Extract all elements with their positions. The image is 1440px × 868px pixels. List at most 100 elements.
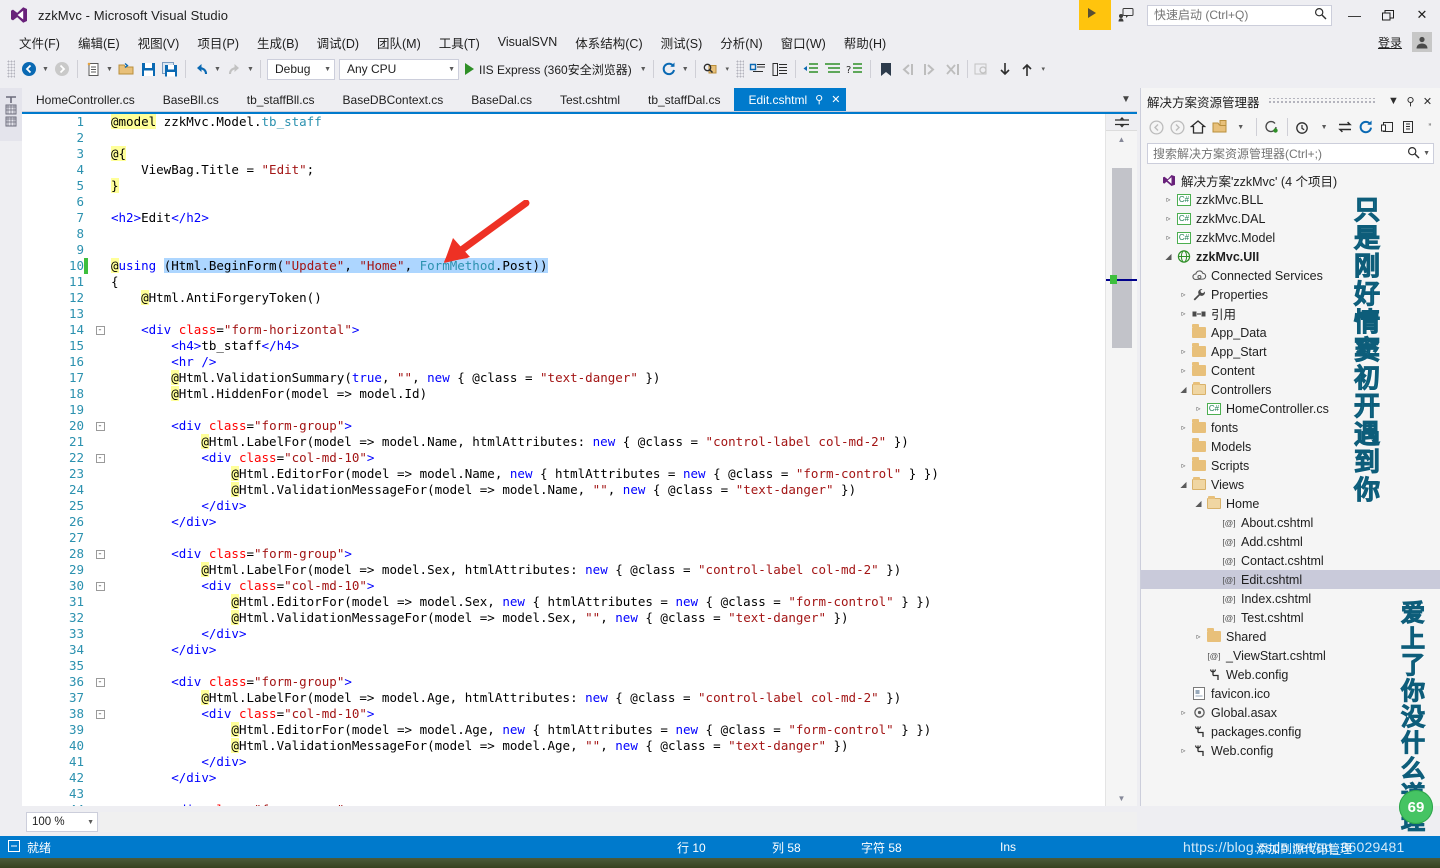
outlining-glyph[interactable]: - [89, 546, 111, 562]
toolbox-tab[interactable] [0, 88, 22, 141]
tree-node[interactable]: ▹ Shared [1141, 627, 1440, 646]
editor-vertical-scrollbar[interactable]: ▲ ▼ [1105, 114, 1137, 806]
tree-node[interactable]: Connected Services [1141, 266, 1440, 285]
code-line[interactable]: 28- <div class="form-group"> [22, 546, 1105, 562]
code-text[interactable]: ViewBag.Title = "Edit"; [111, 162, 1105, 178]
code-line[interactable]: 23 @Html.EditorFor(model => model.Name, … [22, 466, 1105, 482]
code-line[interactable]: 37 @Html.LabelFor(model => model.Age, ht… [22, 690, 1105, 706]
quick-launch-input[interactable] [1154, 8, 1314, 22]
solution-search-input[interactable] [1153, 146, 1408, 161]
expander-icon[interactable]: ◢ [1162, 252, 1175, 261]
tree-node[interactable]: ▹ C# zzkMvc.DAL [1141, 209, 1440, 228]
code-text[interactable] [111, 226, 1105, 242]
menu-debug[interactable]: 调试(D) [308, 31, 368, 54]
tab-tbstaffdal-cs[interactable]: tb_staffDal.cs [633, 88, 735, 111]
chevron-down-icon[interactable]: ▼ [1231, 117, 1251, 138]
close-button[interactable]: ✕ [1404, 0, 1440, 30]
expander-icon[interactable]: ▹ [1177, 290, 1190, 299]
menu-file[interactable]: 文件(F) [10, 31, 69, 54]
overflow-icon[interactable]: ” [1420, 117, 1440, 138]
find-dropdown-icon[interactable]: ▾ [722, 58, 733, 80]
code-line[interactable]: 43 [22, 786, 1105, 802]
code-text[interactable]: </div> [111, 754, 1105, 770]
code-text[interactable]: <hr /> [111, 354, 1105, 370]
solution-search-box[interactable]: ▼ [1147, 143, 1434, 164]
refresh-icon[interactable] [658, 58, 680, 80]
feedback-icon[interactable] [1111, 0, 1141, 30]
code-text[interactable]: <div class="col-md-10"> [111, 706, 1105, 722]
code-editor[interactable]: 1 @model zzkMvc.Model.tb_staff 2 3 @{4 View… [22, 112, 1137, 806]
editor-horizontal-scrollbar[interactable] [100, 812, 1137, 832]
menu-window[interactable]: 窗口(W) [772, 31, 835, 54]
close-icon[interactable]: ✕ [1419, 91, 1436, 111]
code-line[interactable]: 25 </div> [22, 498, 1105, 514]
expander-icon[interactable]: ▹ [1162, 214, 1175, 223]
code-text[interactable]: { [111, 274, 1105, 290]
outlining-glyph[interactable]: - [89, 578, 111, 594]
code-text[interactable]: </div> [111, 642, 1105, 658]
comment-selection-icon[interactable] [747, 58, 769, 80]
code-text[interactable] [111, 306, 1105, 322]
preview-icon[interactable] [1399, 117, 1419, 138]
zoom-level-combo[interactable]: 100 % ▼ [26, 812, 98, 832]
tab-tbstaffbll-cs[interactable]: tb_staffBll.cs [232, 88, 329, 111]
code-text[interactable]: </div> [111, 626, 1105, 642]
tree-node[interactable]: [@] Index.cshtml [1141, 589, 1440, 608]
refresh-dropdown-icon[interactable]: ▼ [680, 58, 691, 80]
undo-icon[interactable] [190, 58, 212, 80]
scrollbar-thumb[interactable] [1112, 168, 1132, 348]
code-text[interactable]: </div> [111, 514, 1105, 530]
code-text[interactable]: @model zzkMvc.Model.tb_staff [111, 114, 1105, 130]
move-up-icon[interactable] [1016, 58, 1038, 80]
windows-taskbar[interactable] [0, 858, 1440, 868]
menu-visualsvn[interactable]: VisualSVN [489, 33, 567, 51]
code-text[interactable] [111, 242, 1105, 258]
code-line[interactable]: 17 @Html.ValidationSummary(true, "", new… [22, 370, 1105, 386]
code-line[interactable]: 9 [22, 242, 1105, 258]
tree-node[interactable]: Models [1141, 437, 1440, 456]
tree-node[interactable]: ◢ Controllers [1141, 380, 1440, 399]
save-all-icon[interactable] [159, 58, 181, 80]
outlining-glyph[interactable]: - [89, 322, 111, 338]
code-line[interactable]: 7 <h2>Edit</h2> [22, 210, 1105, 226]
configuration-combo[interactable]: Debug ▼ [267, 58, 335, 80]
code-line[interactable]: 35 [22, 658, 1105, 674]
code-line[interactable]: 39 @Html.EditorFor(model => model.Age, n… [22, 722, 1105, 738]
sync-icon[interactable] [1335, 117, 1355, 138]
tree-node[interactable]: [@] Contact.cshtml [1141, 551, 1440, 570]
tree-node[interactable]: ◢ zzkMvc.UII [1141, 247, 1440, 266]
code-text[interactable]: @{ [111, 146, 1105, 162]
tree-node[interactable]: favicon.ico [1141, 684, 1440, 703]
code-line[interactable]: 40 @Html.ValidationMessageFor(model => m… [22, 738, 1105, 754]
tab-homecontroller-cs[interactable]: HomeController.cs [22, 88, 149, 111]
toolbar-grip[interactable] [735, 60, 744, 78]
tree-node[interactable]: [@] Edit.cshtml [1141, 570, 1440, 589]
chevron-down-icon[interactable]: ▼ [1385, 91, 1402, 111]
refresh-icon[interactable] [1356, 117, 1376, 138]
undo-dropdown-icon[interactable]: ▼ [212, 58, 223, 80]
code-text-area[interactable]: 1 @model zzkMvc.Model.tb_staff 2 3 @{4 View… [22, 114, 1105, 806]
code-line[interactable]: 21 @Html.LabelFor(model => model.Name, h… [22, 434, 1105, 450]
tree-node[interactable]: 解决方案'zzkMvc' (4 个项目) [1141, 171, 1440, 190]
expander-icon[interactable]: ▹ [1177, 746, 1190, 755]
code-line[interactable]: 11 { [22, 274, 1105, 290]
code-text[interactable] [111, 194, 1105, 210]
bookmark-icon[interactable] [875, 58, 897, 80]
expander-icon[interactable]: ▹ [1162, 195, 1175, 204]
code-line[interactable]: 15 <h4>tb_staff</h4> [22, 338, 1105, 354]
code-text[interactable] [111, 658, 1105, 674]
code-text[interactable]: </div> [111, 770, 1105, 786]
tree-node[interactable]: [@] _ViewStart.cshtml [1141, 646, 1440, 665]
code-line[interactable]: 6 [22, 194, 1105, 210]
tree-node[interactable]: ▹ 引用 [1141, 304, 1440, 323]
code-text[interactable]: <h2>Edit</h2> [111, 210, 1105, 226]
expander-icon[interactable]: ◢ [1177, 480, 1190, 489]
code-text[interactable]: @Html.LabelFor(model => model.Sex, htmlA… [111, 562, 1105, 578]
expander-icon[interactable]: ▹ [1177, 423, 1190, 432]
expander-icon[interactable]: ▹ [1177, 309, 1190, 318]
start-debugging-dropdown-icon[interactable]: ▼ [638, 58, 649, 80]
panel-drag-handle[interactable] [1267, 97, 1377, 105]
expander-icon[interactable]: ▹ [1162, 233, 1175, 242]
scroll-up-icon[interactable]: ▲ [1106, 131, 1137, 147]
code-line[interactable]: 1 @model zzkMvc.Model.tb_staff [22, 114, 1105, 130]
